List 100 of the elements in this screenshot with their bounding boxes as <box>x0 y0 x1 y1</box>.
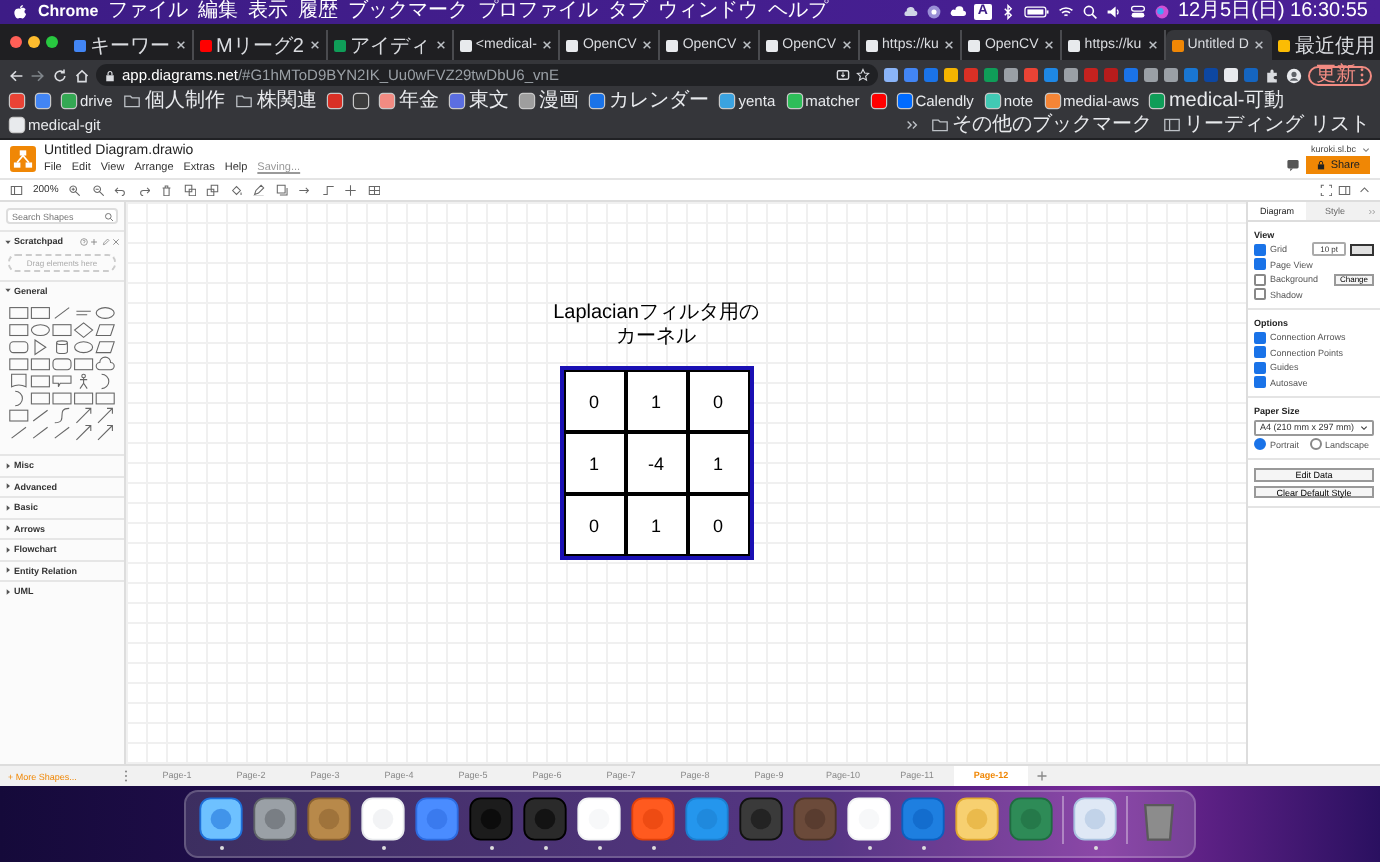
matrix-cell[interactable]: 0 <box>687 370 749 432</box>
matrix-cell[interactable]: 0 <box>563 370 625 432</box>
close-icon[interactable] <box>542 40 553 50</box>
bookmark[interactable]: 個人制作 <box>124 90 225 113</box>
app-icon[interactable] <box>954 796 1000 842</box>
lock-icon[interactable] <box>104 69 116 81</box>
volume-icon[interactable] <box>1105 4 1122 20</box>
bookmark[interactable]: medical-可動 <box>1150 90 1285 113</box>
close-icon[interactable] <box>842 40 853 50</box>
trash-icon[interactable] <box>160 183 174 197</box>
menu-item[interactable]: 表示 <box>248 0 289 24</box>
radio-button[interactable] <box>1254 438 1266 451</box>
bookmark[interactable]: 東文 <box>450 90 509 113</box>
checkbox[interactable] <box>1254 376 1266 389</box>
forward-icon[interactable] <box>30 67 46 83</box>
table-icon[interactable] <box>367 183 381 197</box>
app-menu[interactable]: Chrome <box>38 0 99 24</box>
grid-color-swatch[interactable] <box>1350 243 1374 256</box>
sidebar-toggle-icon[interactable] <box>10 183 23 197</box>
cloud-icon[interactable] <box>949 4 966 20</box>
close-icon[interactable] <box>435 40 446 50</box>
radio-button[interactable] <box>1309 438 1322 451</box>
redo-icon[interactable] <box>137 183 151 197</box>
checkbox[interactable] <box>1254 361 1266 374</box>
siri-icon[interactable] <box>1153 4 1170 20</box>
arrow-icon[interactable] <box>298 183 312 197</box>
paint-bucket-icon[interactable] <box>229 183 243 197</box>
diagram-title[interactable]: Laplacianフィルタ用のカーネル <box>548 302 764 350</box>
bookmark[interactable]: リーディング リスト <box>1164 113 1370 136</box>
apple-icon[interactable] <box>12 4 28 20</box>
matrix-cell[interactable]: 1 <box>687 432 749 494</box>
menu-item[interactable]: 履歴 <box>298 0 339 24</box>
app-icon[interactable] <box>198 796 244 842</box>
zoom-out-icon[interactable] <box>91 183 105 197</box>
close-window-icon[interactable] <box>10 36 22 48</box>
shadow-icon[interactable] <box>275 183 289 197</box>
bookmark[interactable]: 年金 <box>380 90 439 113</box>
checkbox[interactable] <box>1254 273 1266 286</box>
collapse-icon[interactable] <box>1357 183 1370 197</box>
fullscreen-icon[interactable] <box>1319 183 1332 197</box>
pencil-icon[interactable] <box>252 183 266 197</box>
home-icon[interactable] <box>74 67 90 83</box>
zoom-in-icon[interactable] <box>68 183 82 197</box>
menu-item[interactable]: ブックマーク <box>348 0 469 24</box>
close-icon[interactable] <box>1044 40 1055 50</box>
to-back-icon[interactable] <box>206 183 220 197</box>
checkbox[interactable] <box>1254 331 1266 344</box>
battery-icon[interactable] <box>1023 4 1050 20</box>
add-page-icon[interactable] <box>1036 770 1048 782</box>
to-front-icon[interactable] <box>183 183 197 197</box>
caret-icon[interactable] <box>1362 145 1370 153</box>
checkbox[interactable] <box>1254 243 1266 256</box>
close-icon[interactable] <box>742 40 753 50</box>
plus-icon[interactable] <box>344 183 358 197</box>
close-icon[interactable] <box>176 40 186 50</box>
bookmark[interactable]: その他のブックマーク <box>932 113 1153 136</box>
checkbox[interactable] <box>1254 258 1266 271</box>
reload-icon[interactable] <box>52 67 68 83</box>
cloud-icon[interactable] <box>901 4 918 20</box>
back-icon[interactable] <box>8 67 24 83</box>
clock[interactable]: 12月5日(日) 16:30:55 <box>1177 0 1368 24</box>
chevron-right-icon[interactable] <box>904 117 921 132</box>
menu-item[interactable]: ファイル <box>108 0 189 24</box>
close-icon[interactable] <box>1147 40 1158 50</box>
star-icon[interactable] <box>856 68 870 82</box>
logo-icon[interactable] <box>10 146 36 172</box>
matrix-cell[interactable]: -4 <box>625 432 687 494</box>
bookmark[interactable]: カレンダー <box>590 90 709 113</box>
checkbox[interactable] <box>1254 288 1266 301</box>
bookmark[interactable] <box>328 90 343 113</box>
search-icon[interactable] <box>1081 4 1098 20</box>
close-icon[interactable] <box>642 40 653 50</box>
bookmark[interactable]: 漫画 <box>520 90 579 113</box>
split-view-icon[interactable] <box>1338 183 1351 197</box>
control-center-icon[interactable] <box>1129 4 1146 20</box>
minimize-window-icon[interactable] <box>28 36 40 48</box>
maximize-window-icon[interactable] <box>46 36 58 48</box>
menu-item[interactable]: 編集 <box>198 0 239 24</box>
bookmark[interactable] <box>10 90 24 113</box>
menu-item[interactable]: タブ <box>608 0 649 24</box>
close-icon[interactable] <box>309 40 320 50</box>
close-icon[interactable] <box>1254 40 1265 50</box>
diagram-canvas[interactable]: Laplacianフィルタ用のカーネル 0 1 0 1 -4 1 0 1 0 <box>126 202 1246 764</box>
undo-icon[interactable] <box>114 183 128 197</box>
bookmark[interactable] <box>354 90 369 113</box>
matrix-cell[interactable]: 1 <box>563 432 625 494</box>
menu-item[interactable]: ウィンドウ <box>658 0 759 24</box>
comment-icon[interactable] <box>1286 158 1301 172</box>
bookmark[interactable]: 株関連 <box>236 90 317 113</box>
matrix-cell[interactable]: 1 <box>625 370 687 432</box>
app-icon[interactable] <box>252 796 298 842</box>
puzzle-icon[interactable] <box>1264 67 1280 83</box>
wifi-icon[interactable] <box>1057 4 1074 20</box>
matrix-cell[interactable]: 0 <box>563 494 625 556</box>
install-icon[interactable] <box>836 68 850 82</box>
close-icon[interactable] <box>944 40 955 50</box>
matrix-cell[interactable]: 0 <box>687 494 749 556</box>
bookmark[interactable] <box>36 90 50 113</box>
record-icon[interactable] <box>925 4 942 20</box>
kernel-matrix[interactable]: 0 1 0 1 -4 1 0 1 0 <box>559 366 753 560</box>
